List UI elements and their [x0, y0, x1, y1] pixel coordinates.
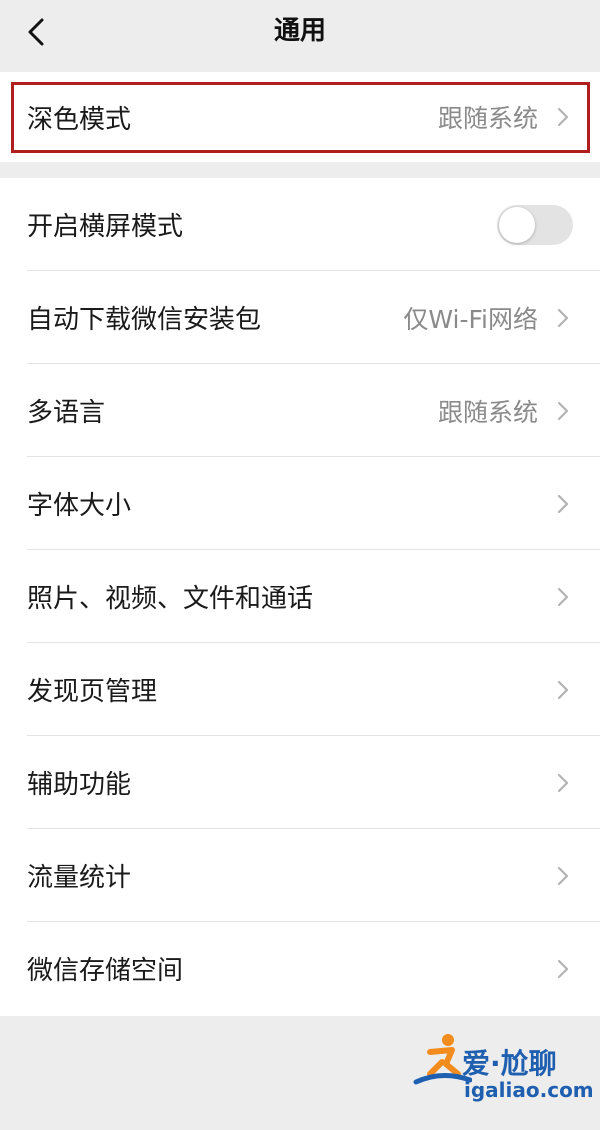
setting-label: 微信存储空间	[27, 956, 184, 986]
setting-value: 仅Wi-Fi网络	[403, 304, 538, 334]
chevron-right-icon	[557, 680, 569, 699]
setting-row-traffic[interactable]: 流量统计	[0, 829, 600, 922]
setting-row-storage[interactable]: 微信存储空间	[0, 922, 600, 1015]
chevron-right-icon	[557, 866, 569, 885]
setting-label: 自动下载微信安装包	[27, 305, 262, 335]
setting-label: 辅助功能	[27, 770, 132, 800]
chevron-right-icon	[557, 401, 569, 420]
setting-row-font-size[interactable]: 字体大小	[0, 457, 600, 550]
setting-label: 开启横屏模式	[27, 212, 184, 242]
chevron-right-icon	[557, 494, 569, 513]
setting-value: 跟随系统	[437, 397, 538, 427]
watermark-url: igaliao.com	[464, 1078, 594, 1102]
landscape-toggle[interactable]	[497, 204, 573, 245]
setting-label: 多语言	[27, 398, 106, 428]
setting-label: 发现页管理	[27, 677, 158, 707]
navigation-bar: 通用	[0, 0, 600, 70]
setting-label: 流量统计	[27, 863, 132, 893]
setting-row-language[interactable]: 多语言 跟随系统	[0, 364, 600, 457]
chevron-right-icon	[557, 959, 569, 978]
setting-row-discover[interactable]: 发现页管理	[0, 643, 600, 736]
watermark-brand: 爱·尬聊	[462, 1047, 557, 1080]
highlight-box	[11, 82, 590, 153]
setting-label: 字体大小	[27, 491, 132, 521]
setting-row-accessibility[interactable]: 辅助功能	[0, 736, 600, 829]
setting-row-media[interactable]: 照片、视频、文件和通话	[0, 550, 600, 643]
page-title: 通用	[273, 16, 326, 46]
watermark: 爱·尬聊 igaliao.com	[412, 1020, 594, 1120]
setting-row-landscape[interactable]: 开启横屏模式	[0, 178, 600, 271]
settings-group: 开启横屏模式 自动下载微信安装包 仅Wi-Fi网络 多语言 跟随系统 字体大小 …	[0, 178, 600, 1016]
chevron-right-icon	[557, 308, 569, 327]
chevron-right-icon	[557, 587, 569, 606]
setting-label: 照片、视频、文件和通话	[27, 584, 314, 614]
chevron-right-icon	[557, 773, 569, 792]
setting-row-auto-download[interactable]: 自动下载微信安装包 仅Wi-Fi网络	[0, 271, 600, 364]
toggle-knob	[499, 206, 535, 243]
